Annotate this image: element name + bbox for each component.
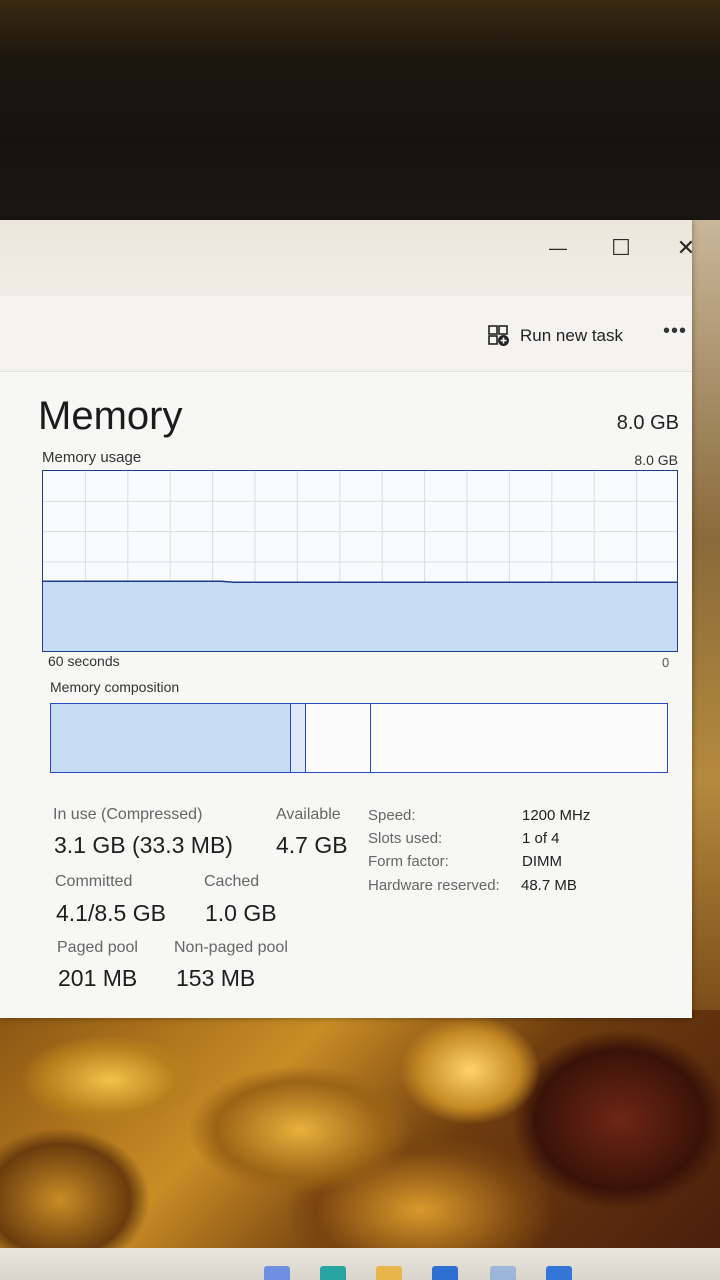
- cached-label: Cached: [204, 873, 260, 890]
- memory-usage-chart: [43, 471, 677, 651]
- slots-used-value: 1 of 4: [522, 830, 560, 847]
- graph-min-label: 0: [662, 655, 670, 670]
- composition-in-use[interactable]: [51, 704, 291, 772]
- toolbar: Run new task •••: [0, 296, 692, 372]
- memory-composition-label: Memory composition: [50, 679, 180, 695]
- edge-icon[interactable]: [320, 1266, 346, 1280]
- desktop-wallpaper-edge: [692, 220, 720, 1020]
- composition-standby[interactable]: [306, 704, 371, 772]
- speed-value: 1200 MHz: [522, 807, 591, 824]
- available-value: 4.7 GB: [276, 832, 348, 858]
- committed-label: Committed: [55, 873, 133, 890]
- taskbar: [0, 1248, 720, 1280]
- form-factor-value: DIMM: [522, 853, 562, 870]
- maximize-button[interactable]: ☐: [601, 230, 641, 266]
- paged-pool-value: 201 MB: [58, 965, 138, 991]
- memory-usage-max: 8.0 GB: [634, 452, 678, 468]
- copilot-icon[interactable]: [264, 1266, 290, 1280]
- store-icon[interactable]: [432, 1266, 458, 1280]
- page-title: Memory: [38, 394, 183, 438]
- file-explorer-icon[interactable]: [376, 1266, 402, 1280]
- hardware-reserved-label: Hardware reserved:: [368, 877, 500, 894]
- graph-time-label: 60 seconds: [48, 653, 120, 669]
- title-bar[interactable]: — ☐ ✕: [0, 220, 695, 296]
- composition-free[interactable]: [371, 704, 667, 772]
- speed-label: Speed:: [368, 807, 416, 824]
- desktop-wallpaper: [0, 1010, 720, 1260]
- paged-pool-label: Paged pool: [57, 939, 138, 956]
- memory-usage-graph: [42, 470, 678, 652]
- run-new-task-label: Run new task: [520, 326, 623, 345]
- slots-used-label: Slots used:: [368, 830, 443, 847]
- run-task-icon: [488, 325, 509, 346]
- background-wall: [0, 0, 720, 230]
- in-use-value: 3.1 GB (33.3 MB): [54, 832, 233, 858]
- memory-composition-bar: [50, 703, 668, 773]
- in-use-label: In use (Compressed): [53, 806, 203, 823]
- more-options-button[interactable]: •••: [660, 320, 690, 348]
- task-manager-window: — ☐ ✕ Run new task ••• Memory 8.0 GB Mem…: [0, 220, 695, 1018]
- close-button[interactable]: ✕: [666, 230, 706, 266]
- maximize-icon: ☐: [611, 235, 631, 260]
- app-icon[interactable]: [546, 1266, 572, 1280]
- memory-usage-label: Memory usage: [42, 449, 142, 466]
- composition-modified[interactable]: [291, 704, 306, 772]
- available-label: Available: [276, 806, 341, 823]
- minimize-icon: —: [549, 237, 567, 258]
- non-paged-pool-value: 153 MB: [176, 965, 256, 991]
- task-manager-taskbar-icon[interactable]: [490, 1266, 516, 1280]
- committed-value: 4.1/8.5 GB: [56, 900, 166, 926]
- cached-value: 1.0 GB: [205, 900, 277, 926]
- hardware-reserved-value: 48.7 MB: [521, 877, 577, 894]
- non-paged-pool-label: Non-paged pool: [174, 939, 288, 956]
- run-new-task-button[interactable]: Run new task: [488, 322, 623, 350]
- form-factor-label: Form factor:: [368, 853, 449, 870]
- memory-usage-area: [43, 581, 677, 651]
- close-icon: ✕: [676, 235, 696, 260]
- minimize-button[interactable]: —: [538, 230, 578, 266]
- total-memory: 8.0 GB: [616, 412, 679, 434]
